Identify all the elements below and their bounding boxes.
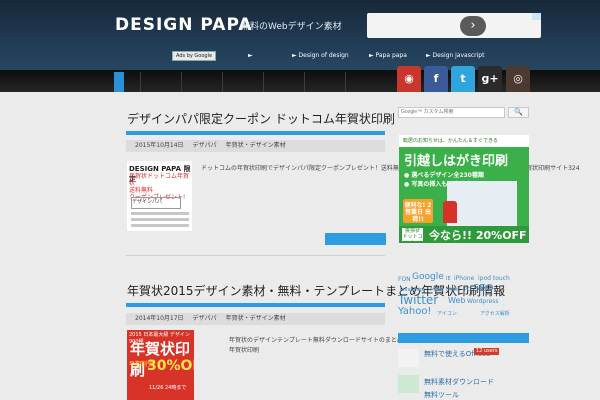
banner-photo xyxy=(447,181,517,226)
banner-footer: 挨拶状 ドットコム 今なら!! 20%OFF xyxy=(399,226,529,243)
banner-badge: 便利な! 2営業日 出荷!! xyxy=(403,199,433,223)
menu-divider xyxy=(304,72,305,92)
ad-arrow-button[interactable]: › xyxy=(460,16,486,36)
tag-link[interactable]: アクセス解析 xyxy=(480,310,510,317)
recent-post-thumbnail[interactable] xyxy=(398,349,419,367)
search-input[interactable] xyxy=(398,107,505,118)
thumb-date: 11/26 24時まで xyxy=(149,385,187,391)
facebook-icon[interactable]: f xyxy=(424,66,448,92)
post-thumbnail[interactable]: 2015 日本最大級 デザイン900種 年賀状印刷 早期割引 30%OFF 11… xyxy=(127,330,194,400)
nav-link-design-of-design[interactable]: ► Design of design xyxy=(292,52,349,59)
thumb-line xyxy=(131,218,189,221)
tag-link[interactable]: iPhone xyxy=(454,275,474,282)
post-meta: 2014年10月17日 デザパパ 年賀状・デザイン素材 xyxy=(126,313,385,325)
post-title-rule xyxy=(126,303,385,307)
thumb-line xyxy=(131,212,189,215)
tag-link[interactable]: MAC xyxy=(430,286,443,293)
tag-link[interactable]: IE xyxy=(446,276,451,282)
post-author[interactable]: デザパパ xyxy=(193,142,217,149)
recent-post-thumbnail[interactable] xyxy=(398,375,419,393)
post-meta: 2015年10月14日 デザパパ 年賀状・デザイン素材 xyxy=(126,140,385,152)
thumb-line xyxy=(131,224,189,227)
twitter-icon[interactable]: t xyxy=(451,66,475,92)
nav-link-design-javascript[interactable]: ► Design javascript xyxy=(426,52,484,59)
post-category[interactable]: 年賀状・デザイン素材 xyxy=(226,315,286,322)
post-author[interactable]: デザパパ xyxy=(193,315,217,322)
post-divider xyxy=(126,255,385,256)
tag-link[interactable]: SEO xyxy=(473,283,494,294)
tag-link[interactable]: ipod touch xyxy=(478,275,510,282)
post-thumbnail[interactable]: DESIGN PAPA 限定 年賀状ドットコム年賀状 送料無料 クーポンプレゼン… xyxy=(127,161,192,231)
tag-link[interactable]: Twitter xyxy=(398,293,438,307)
tag-link[interactable]: Google xyxy=(412,272,444,282)
sidebar-ad-banner[interactable]: 転居のお知らせは、かんたん＆すぐできる 引越しはがき印刷 ● 選べるデザイン全2… xyxy=(399,135,529,243)
recent-posts-header xyxy=(398,333,529,343)
recent-post-link[interactable]: 無料ツール xyxy=(424,390,459,400)
tag-link[interactable]: FON xyxy=(398,276,411,283)
banner-bullet: ● 選べるデザイン全230種類 xyxy=(404,172,484,179)
menu-home-tab[interactable] xyxy=(114,72,124,92)
menu-divider xyxy=(181,72,182,92)
banner-title: 引越しはがき印刷 xyxy=(404,154,509,169)
tag-link[interactable]: PC xyxy=(464,287,471,293)
post-date: 2014年10月17日 xyxy=(135,315,184,322)
ads-by-google-label[interactable]: Ads by Google xyxy=(172,51,217,61)
menu-divider xyxy=(222,72,223,92)
header-ad-banner[interactable] xyxy=(367,13,541,38)
post-title-rule xyxy=(126,131,385,135)
search-button[interactable]: 🔍 xyxy=(508,107,529,118)
nav-link-home[interactable]: ► xyxy=(248,52,253,59)
ad-choices-icon[interactable] xyxy=(532,13,541,20)
postbox-icon xyxy=(443,201,457,223)
instagram-icon[interactable]: ◎ xyxy=(506,66,530,92)
post-date: 2015年10月14日 xyxy=(135,142,184,149)
banner-footer-offer: 今なら!! 20%OFF xyxy=(429,229,527,242)
banner-footer-logo: 挨拶状 ドットコム xyxy=(402,228,423,243)
post-category[interactable]: 年賀状・デザイン素材 xyxy=(226,142,286,149)
tag-link[interactable]: Wordpress xyxy=(467,298,499,305)
thumb-discount: 30%OFF xyxy=(147,358,194,374)
recent-post-link[interactable]: 無料素材ダウンロード xyxy=(424,377,494,387)
tag-link[interactable]: mixi xyxy=(446,286,459,293)
menu-divider xyxy=(345,72,346,92)
nav-link-papa-papa[interactable]: ► Papa papa xyxy=(369,52,407,59)
site-logo[interactable]: DESIGN PAPA xyxy=(115,15,253,35)
hatena-users-badge[interactable]: 12 users xyxy=(474,348,500,355)
rss-icon[interactable]: ◉ xyxy=(397,66,421,92)
banner-top-text: 転居のお知らせは、かんたん＆すぐできる xyxy=(399,135,529,147)
thumb-label: デザインパパ xyxy=(131,197,181,209)
site-tagline: 無料のWebデザイン素材 xyxy=(241,22,342,32)
tag-link[interactable]: Web xyxy=(448,296,465,305)
menu-divider xyxy=(140,72,141,92)
tag-link[interactable]: Yahoo! xyxy=(398,306,431,317)
tag-link[interactable]: アイコン xyxy=(437,310,457,317)
read-more-button[interactable] xyxy=(325,233,386,245)
menu-divider xyxy=(263,72,264,92)
google-plus-icon[interactable]: g+ xyxy=(478,66,502,92)
post-excerpt: 年賀状印刷 xyxy=(229,347,260,354)
post-title[interactable]: デザインパパ限定クーポン ドットコム年賀状印刷 xyxy=(127,110,395,127)
